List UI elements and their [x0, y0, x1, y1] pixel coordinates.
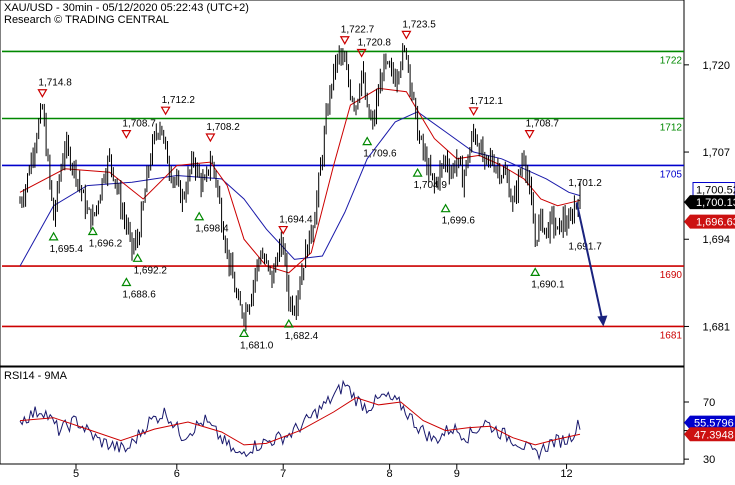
- price-series: [19, 43, 581, 331]
- rsi-line: [19, 379, 581, 461]
- bullish-marker-icon: [238, 328, 250, 338]
- rsi-title: RSI14 - 9MA: [4, 370, 68, 382]
- bearish-marker-icon: [121, 130, 132, 139]
- bearish-marker-icon: [205, 133, 216, 143]
- day-tick-label: 7: [280, 468, 286, 480]
- swing-low-label: 1,709.6: [363, 149, 397, 160]
- time-x-axis: 5 6 7 8 9 12: [73, 464, 573, 480]
- day-tick-label: 6: [174, 468, 180, 480]
- swing-high-label: 1,694.4: [279, 215, 313, 226]
- forecast-arrow-line: [575, 202, 604, 321]
- target-level-label: 1,701.2: [568, 178, 602, 189]
- swing-low-label: 1,704.9: [414, 180, 448, 191]
- day-tick-label: 5: [73, 468, 79, 480]
- swing-low-label: 1,681.0: [240, 340, 274, 351]
- forecast-arrow-head-icon: [597, 315, 608, 327]
- swing-high-label: 1,708.2: [206, 122, 240, 133]
- price-tick-label: 1,720: [702, 60, 730, 72]
- level-label-1705: 1705: [660, 169, 683, 180]
- rsi-panel-frame: [0, 366, 685, 465]
- swing-low-label: 1,688.6: [122, 289, 156, 300]
- price-tick-label: 1,707: [702, 147, 730, 159]
- swing-labels: 1,714.8 1,695.4 1,696.2 1,708.7 1,688.6 1,692…: [37, 19, 602, 351]
- bearish-marker-icon: [356, 48, 367, 58]
- price-tick-label: 1,681: [702, 321, 730, 333]
- bearish-marker-icon: [37, 89, 48, 98]
- forecast-arrow: [575, 202, 608, 327]
- swing-low-label: 1,696.2: [89, 238, 123, 249]
- rsi-tick-label: 70: [703, 397, 715, 409]
- bearish-marker-icon: [339, 36, 350, 45]
- level-label-1690: 1690: [660, 270, 683, 281]
- rsi-lines: [19, 379, 581, 461]
- chart-window: 1722 1712 1705 1690 1681 1,714.8 1,695.4 1,696…: [0, 0, 735, 480]
- key-levels: 1722 1712 1705 1690 1681: [2, 50, 684, 341]
- rsi-y-axis: 30507055.579647.3948: [684, 397, 735, 466]
- price-badge-label: 1,700.52: [696, 185, 735, 197]
- swing-low-label: 1,692.2: [134, 265, 168, 276]
- bullish-marker-icon: [121, 277, 132, 287]
- bullish-marker-icon: [48, 231, 59, 241]
- rsi-badge-label: 47.3948: [694, 429, 734, 441]
- price-badge-label: 1,700.13: [696, 197, 735, 209]
- bearish-marker-icon: [278, 225, 289, 235]
- level-label-1722: 1722: [660, 55, 683, 66]
- swing-low-label: 1,682.4: [285, 331, 319, 342]
- bearish-marker-icon: [160, 106, 171, 116]
- swing-high-label: 1,722.7: [341, 25, 375, 36]
- bullish-marker-icon: [412, 167, 423, 177]
- swing-low-label: 1,699.6: [442, 216, 476, 227]
- bearish-marker-icon: [401, 30, 412, 40]
- swing-high-label: 1,720.8: [358, 37, 392, 48]
- bullish-marker-icon: [530, 267, 541, 277]
- day-tick-label: 12: [560, 468, 572, 480]
- bearish-marker-icon: [468, 107, 479, 117]
- swing-low-label: 1,698.4: [195, 224, 229, 235]
- bullish-marker-icon: [440, 203, 451, 213]
- bearish-marker-icon: [524, 130, 535, 139]
- swing-low-label: 1,690.1: [531, 279, 565, 290]
- level-label-1681: 1681: [660, 330, 683, 341]
- swing-high-label: 1,712.1: [470, 96, 504, 107]
- chart-title: XAU/USD - 30min - 05/12/2020 05:22:43 (U…: [4, 2, 249, 14]
- level-label-1712: 1712: [660, 123, 683, 134]
- swing-high-label: 1,708.7: [122, 119, 156, 130]
- swing-high-label: 1,708.7: [526, 119, 560, 130]
- swing-high-label: 1,714.8: [38, 78, 72, 89]
- day-tick-label: 8: [387, 468, 393, 480]
- price-badges: 1,700.521,700.13 1,696.63: [684, 182, 735, 229]
- price-tick-label: 1,694: [702, 234, 730, 246]
- chart-subtitle: Research © TRADING CENTRAL: [4, 14, 169, 26]
- bullish-marker-icon: [87, 226, 98, 236]
- rsi-tick-label: 30: [703, 454, 715, 466]
- rsi-ma-line: [19, 397, 581, 446]
- swing-low-label: 1,695.4: [50, 244, 84, 255]
- bullish-marker-icon: [362, 136, 373, 146]
- bullish-marker-icon: [194, 211, 205, 221]
- swing-high-label: 1,723.5: [402, 19, 436, 30]
- price-badge-label: 1,696.63: [696, 217, 735, 229]
- bullish-marker-icon: [132, 253, 143, 262]
- price-and-rsi-chart[interactable]: 1722 1712 1705 1690 1681 1,714.8 1,695.4 1,696…: [0, 0, 735, 480]
- swing-high-label: 1,712.2: [162, 95, 196, 106]
- day-tick-label: 9: [454, 468, 460, 480]
